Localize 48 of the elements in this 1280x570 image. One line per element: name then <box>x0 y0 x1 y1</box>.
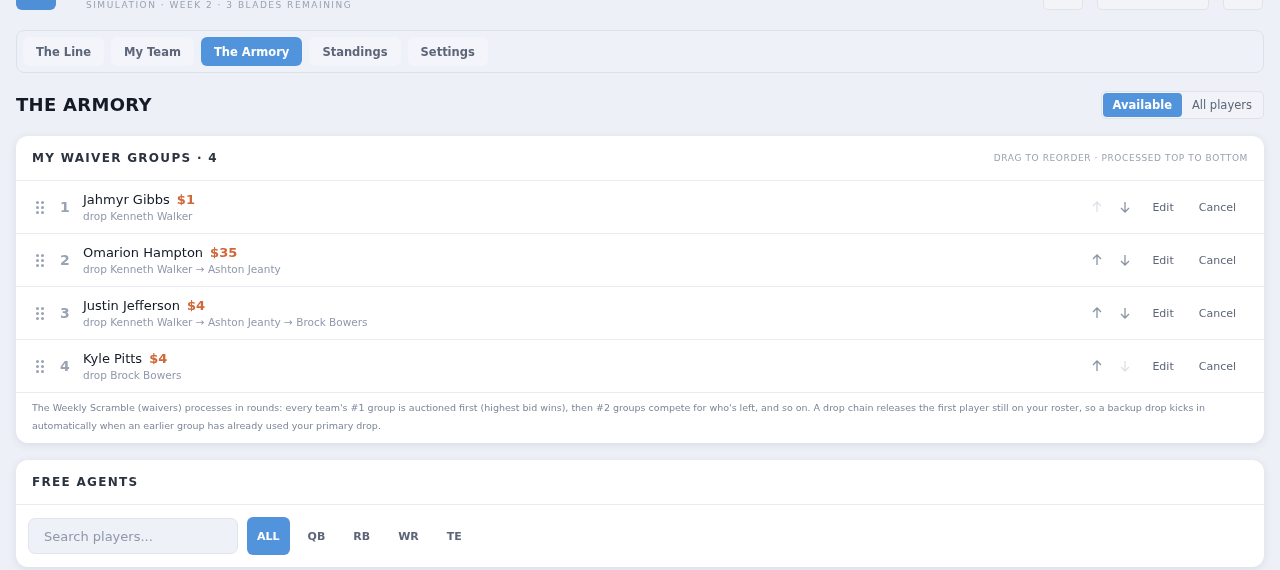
info-note: The Weekly Scramble (waivers) processes in rounds: every team's #1 group is auctioned first (highest bid wins), then #2 groups compete for who's left, and so on. A drop chain releases the first player still on your roster, so a backup drop kicks in automatically when an earlier group has already used your primary drop. <box>31 401 1206 433</box>
player-name: Justin Jefferson <box>83 298 181 313</box>
drag-handle-icon[interactable] <box>36 306 44 320</box>
player-name: Jahmyr Gibbs <box>83 192 170 207</box>
drop-chain: drop Kenneth Walker <box>83 210 194 222</box>
header-subtitle: SIMULATION · WEEK 2 · 3 BLADES REMAINING <box>86 0 353 10</box>
cancel-button[interactable]: Cancel <box>1198 249 1236 271</box>
drag-handle-icon[interactable] <box>36 253 44 267</box>
bid-amount: $4 <box>149 351 168 366</box>
position-filter[interactable]: QB <box>297 517 336 555</box>
edit-button[interactable]: Edit <box>1152 302 1174 324</box>
player-name: Omarion Hampton <box>83 245 204 260</box>
position-filter[interactable]: ALL <box>247 517 290 555</box>
position-filter[interactable]: RB <box>343 517 381 555</box>
rank-number: 2 <box>60 252 71 268</box>
view-toggle-option[interactable]: All players <box>1181 92 1262 117</box>
section-title: MY WAIVER GROUPS · 4 <box>32 151 218 165</box>
rank-number: 4 <box>60 358 71 374</box>
edit-button[interactable]: Edit <box>1152 355 1174 377</box>
section-hint: DRAG TO REORDER · PROCESSED TOP TO BOTTOM <box>993 153 1248 163</box>
drop-chain: drop Kenneth Walker → Ashton Jeanty → Brock Bowers <box>83 316 368 328</box>
edit-button[interactable]: Edit <box>1152 249 1174 271</box>
bid-amount: $35 <box>210 245 238 260</box>
nav-tab[interactable]: Standings <box>309 37 401 66</box>
page-title: THE ARMORY <box>16 94 152 115</box>
drop-chain: drop Brock Bowers <box>83 369 182 381</box>
cancel-button[interactable]: Cancel <box>1198 302 1236 324</box>
cancel-button[interactable]: Cancel <box>1198 355 1236 377</box>
nav-tab[interactable]: The Line <box>23 37 105 66</box>
logo-block <box>16 0 56 10</box>
nav-tab[interactable]: My Team <box>111 37 194 66</box>
nav-tab[interactable]: Settings <box>407 37 488 66</box>
player-name: Kyle Pitts <box>83 351 143 366</box>
drag-handle-icon[interactable] <box>36 200 44 214</box>
position-filter[interactable]: TE <box>436 517 472 555</box>
rank-number: 3 <box>60 305 71 321</box>
edit-button[interactable]: Edit <box>1152 196 1174 218</box>
cancel-button[interactable]: Cancel <box>1198 196 1236 218</box>
rank-number: 1 <box>60 199 71 215</box>
bid-amount: $1 <box>176 192 195 207</box>
bid-amount: $4 <box>187 298 206 313</box>
view-toggle-option[interactable]: Available <box>1102 92 1182 117</box>
drop-chain: drop Kenneth Walker → Ashton Jeanty <box>83 263 281 275</box>
section-title: FREE AGENTS <box>32 475 139 489</box>
search-field[interactable]: Search players... <box>28 518 238 554</box>
nav-tab[interactable]: The Armory <box>200 37 303 66</box>
drag-handle-icon[interactable] <box>36 359 44 373</box>
position-filter[interactable]: WR <box>388 517 429 555</box>
